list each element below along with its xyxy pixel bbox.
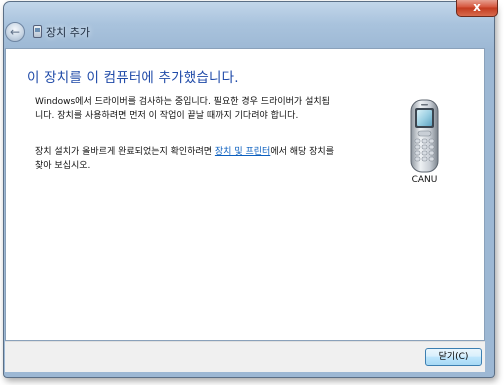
close-button[interactable]: 닫기(C) xyxy=(425,348,482,366)
devices-and-printers-link[interactable]: 장치 및 프린터 xyxy=(215,147,270,157)
content-area xyxy=(5,48,485,341)
device-name-label: CANU xyxy=(411,175,438,185)
wizard-title: 장치 추가 xyxy=(46,26,90,39)
window-close-button[interactable]: x xyxy=(456,0,498,17)
back-button[interactable]: ← xyxy=(5,22,25,42)
main-instruction: 이 장치를 이 컴퓨터에 추가했습니다. xyxy=(27,70,239,86)
mobile-phone-icon xyxy=(410,99,439,173)
device-wizard-icon xyxy=(33,25,42,38)
close-icon: x xyxy=(473,0,481,14)
verify-info-text: 장치 설치가 올바르게 완료되었는지 확인하려면 장치 및 프린터에서 해당 장… xyxy=(35,145,335,173)
driver-info-text: Windows에서 드라이버를 검사하는 중입니다. 필요한 경우 드라이버가 … xyxy=(35,97,330,121)
verify-text-before: 장치 설치가 올바르게 완료되었는지 확인하려면 xyxy=(35,147,215,157)
dialog-footer xyxy=(5,341,485,372)
back-arrow-icon: ← xyxy=(9,25,21,39)
